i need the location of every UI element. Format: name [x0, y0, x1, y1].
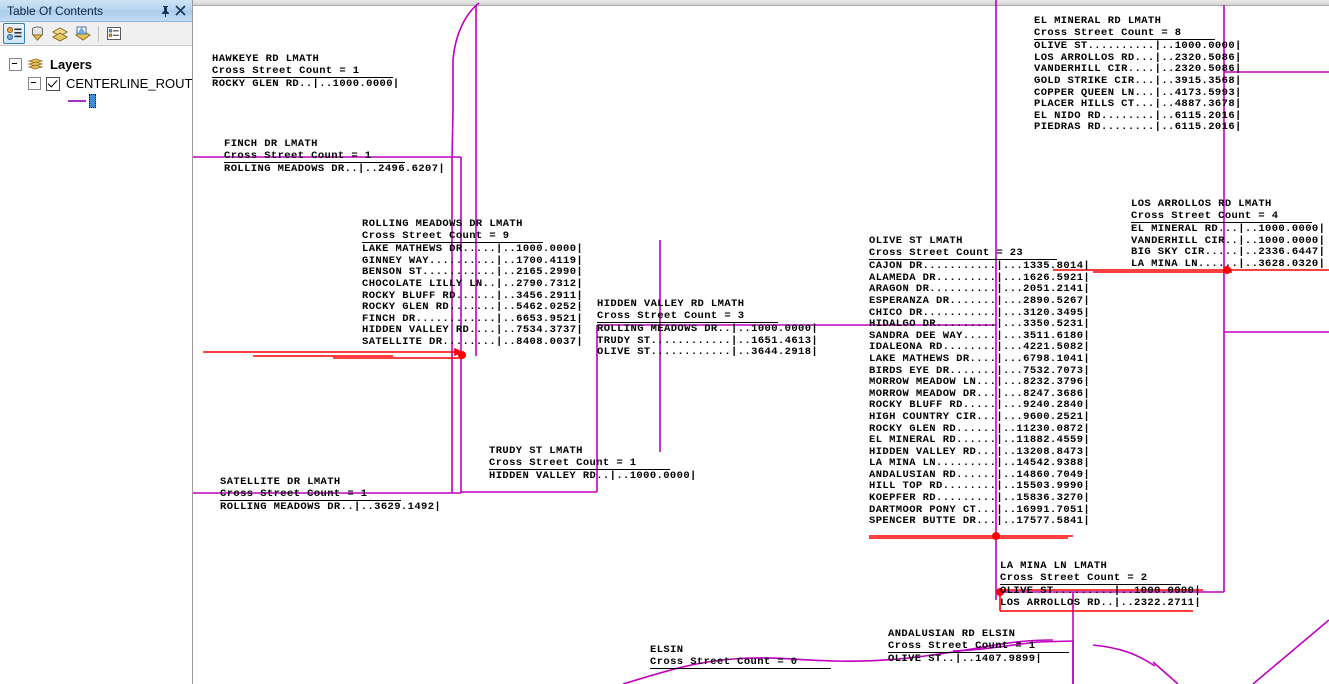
callout-row: ROLLING MEADOWS DR..|..3629.1492| — [220, 501, 442, 514]
callout-title: ELSIN — [650, 644, 684, 656]
callout-rows: OLIVE ST..........|..1000.0000| LOS ARROL… — [1034, 41, 1242, 134]
callout-row: LAKE MATHEWS DR....|...6798.1041| — [869, 352, 1091, 365]
callout-rows: ROLLING MEADOWS DR..|..3629.1492| — [220, 502, 441, 514]
list-by-selection-icon[interactable] — [72, 23, 94, 44]
callout-row: OLIVE ST............|..3644.2918| — [597, 346, 819, 359]
toolbar-separator — [98, 25, 99, 42]
callout-cross-street-count: Cross Street Count = 1 — [224, 150, 406, 164]
legend-symbol-row[interactable] — [0, 93, 192, 109]
callout-el-mineral-rd[interactable]: EL MINERAL RD LMATH Cross Street Count = … — [1034, 15, 1242, 134]
callout-title: HIDDEN VALLEY RD LMATH — [597, 298, 745, 310]
callout-andalusian-rd[interactable]: ANDALUSIAN RD ELSIN Cross Street Count = … — [888, 628, 1070, 666]
callout-rolling-meadows-dr[interactable]: ROLLING MEADOWS DR LMATH Cross Street Cou… — [362, 218, 583, 349]
map-data-frame[interactable]: HAWKEYE RD LMATH Cross Street Count = 1 RO… — [193, 0, 1329, 684]
callout-cross-street-count: Cross Street Count = 1 — [220, 488, 402, 502]
route-marker-symbol-icon — [89, 94, 96, 108]
expander-icon[interactable] — [28, 77, 41, 90]
callout-cross-street-count: Cross Street Count = 3 — [597, 310, 779, 324]
pin-icon[interactable] — [158, 3, 173, 19]
callout-rows: HIDDEN VALLEY RD..|..1000.0000| — [489, 471, 697, 483]
callout-row: MORROW MEADOW LN...|...8232.3796| — [869, 376, 1091, 389]
callout-rows: OLIVE ST..|..1407.9899| — [888, 654, 1069, 666]
callout-row: OLIVE ST..|..1407.9899| — [888, 653, 1043, 666]
table-of-contents-panel: Table Of Contents Layers CENTERLINE_ROUT… — [0, 0, 210, 684]
callout-title: LA MINA LN LMATH — [1000, 560, 1108, 572]
layers-stack-icon — [27, 58, 44, 72]
callout-finch-dr[interactable]: FINCH DR LMATH Cross Street Count = 1 ROLL… — [224, 138, 445, 176]
callout-row: HIDALGO DR.........|...3350.5231| — [869, 318, 1091, 331]
route-line-symbol-icon — [68, 100, 86, 102]
layers-label: Layers — [50, 57, 92, 72]
callout-rows: OLIVE ST.........|..1000.0000| LOS ARROLL… — [1000, 586, 1201, 609]
callout-title: OLIVE ST LMATH — [869, 235, 963, 247]
callout-title: TRUDY ST LMATH — [489, 445, 583, 457]
callout-row: LA MINA LN......|..3628.0320| — [1131, 257, 1326, 270]
callout-cross-street-count: Cross Street Count = 8 — [1034, 27, 1216, 41]
callout-row: ROCKY GLEN RD..|..1000.0000| — [212, 78, 400, 91]
callout-rows: CAJON DR...........|...1335.8014| ALAMEDA… — [869, 261, 1090, 528]
callout-rows: ROLLING MEADOWS DR..|..2496.6207| — [224, 164, 445, 176]
toc-titlebar: Table Of Contents — [0, 0, 192, 22]
callout-cross-street-count: Cross Street Count = 4 — [1131, 210, 1313, 224]
list-by-drawing-order-icon[interactable] — [3, 23, 25, 44]
callout-olive-st[interactable]: OLIVE ST LMATH Cross Street Count = 23 CAJ… — [869, 235, 1090, 528]
callout-row: EL MINERAL RD......|..11882.4559| — [869, 434, 1091, 447]
list-by-source-icon[interactable] — [26, 23, 48, 44]
callout-row: SATELLITE DR........|..8408.0037| — [362, 335, 584, 348]
toc-title: Table Of Contents — [7, 3, 104, 18]
toc-layer-tree: Layers CENTERLINE_ROUTES — [0, 47, 210, 684]
callout-cross-street-count: Cross Street Count = 0 — [650, 656, 832, 670]
tree-row-layers[interactable]: Layers — [0, 55, 192, 74]
callout-row: ROCKY GLEN RD.......|..5462.0252| — [362, 301, 584, 314]
options-icon[interactable] — [103, 23, 125, 44]
callout-cross-street-count: Cross Street Count = 23 — [869, 247, 1058, 261]
callout-title: ANDALUSIAN RD ELSIN — [888, 628, 1016, 640]
callout-rows: ROCKY GLEN RD..|..1000.0000| — [212, 79, 400, 91]
callout-los-arrollos-rd[interactable]: LOS ARROLLOS RD LMATH Cross Street Count … — [1131, 198, 1325, 271]
callout-row: HIDDEN VALLEY RD..|..1000.0000| — [489, 470, 697, 483]
callout-title: FINCH DR LMATH — [224, 138, 318, 150]
expander-icon[interactable] — [9, 58, 22, 71]
callout-title: SATELLITE DR LMATH — [220, 476, 341, 488]
callout-row: SPENCER BUTTE DR...|..17577.5841| — [869, 515, 1091, 528]
callout-title: ROLLING MEADOWS DR LMATH — [362, 218, 523, 230]
toc-toolbar — [0, 22, 192, 46]
callout-title: EL MINERAL RD LMATH — [1034, 15, 1162, 27]
callout-row: PLACER HILLS CT...|..4887.3678| — [1034, 98, 1242, 111]
callout-row: ROLLING MEADOWS DR..|..2496.6207| — [224, 163, 446, 176]
list-by-visibility-icon[interactable] — [49, 23, 71, 44]
callout-satellite-dr[interactable]: SATELLITE DR LMATH Cross Street Count = 1… — [220, 476, 441, 514]
callout-cross-street-count: Cross Street Count = 1 — [212, 65, 394, 79]
callout-rows: EL MINERAL RD...|..1000.0000| VANDERHILL … — [1131, 224, 1325, 270]
callout-row: ESPERANZA DR.......|...2890.5267| — [869, 294, 1091, 307]
callout-hawkeye-rd[interactable]: HAWKEYE RD LMATH Cross Street Count = 1 RO… — [212, 53, 400, 91]
callout-title: HAWKEYE RD LMATH — [212, 53, 320, 65]
callout-elsin[interactable]: ELSIN Cross Street Count = 0 — [650, 644, 832, 670]
callout-trudy-st[interactable]: TRUDY ST LMATH Cross Street Count = 1 HIDD… — [489, 445, 697, 483]
callout-row: KOEPFER RD.........|..15836.3270| — [869, 492, 1091, 505]
layer-visibility-checkbox[interactable] — [46, 76, 60, 91]
callout-cross-street-count: Cross Street Count = 1 — [888, 640, 1070, 654]
callout-cross-street-count: Cross Street Count = 2 — [1000, 572, 1182, 586]
arcmap-window: Table Of Contents Layers CENTERLINE_ROUT… — [0, 0, 1329, 684]
callout-row: HIGH COUNTRY CIR...|...9600.2521| — [869, 410, 1091, 423]
callout-hidden-valley-rd[interactable]: HIDDEN VALLEY RD LMATH Cross Street Count… — [597, 298, 818, 359]
callout-title: LOS ARROLLOS RD LMATH — [1131, 198, 1272, 210]
callout-cross-street-count: Cross Street Count = 1 — [489, 457, 671, 471]
tree-row-centerline-routes[interactable]: CENTERLINE_ROUTES — [0, 74, 210, 93]
callout-row: LOS ARROLLOS RD..|..2322.2711| — [1000, 596, 1202, 609]
callout-row: GOLD STRIKE CIR...|..3915.3568| — [1034, 74, 1242, 87]
callout-row: CHOCOLATE LILLY LN..|..2790.7312| — [362, 277, 584, 290]
callout-la-mina-ln[interactable]: LA MINA LN LMATH Cross Street Count = 2 OL… — [1000, 560, 1201, 609]
callout-cross-street-count: Cross Street Count = 9 — [362, 230, 544, 244]
callout-rows: ROLLING MEADOWS DR..|..1000.0000| TRUDY S… — [597, 324, 818, 359]
callout-rows: LAKE MATHEWS DR.....|..1000.0000| GINNEY … — [362, 244, 583, 348]
callout-row: PIEDRAS RD........|..6115.2016| — [1034, 121, 1242, 134]
close-icon[interactable] — [173, 3, 188, 19]
sidebar-item-centerline-routes: CENTERLINE_ROUTES — [66, 76, 210, 91]
